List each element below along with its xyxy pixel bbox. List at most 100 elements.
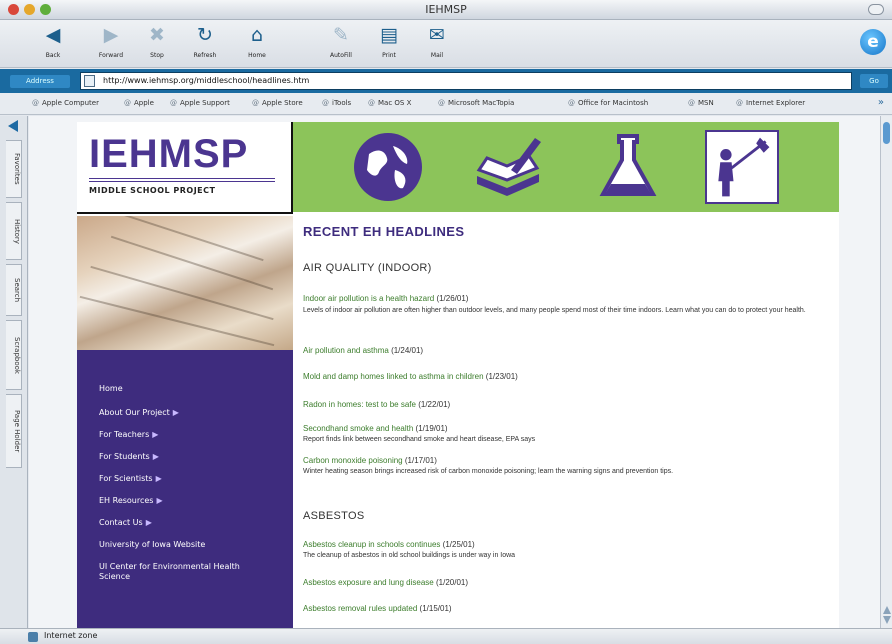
favorite-item[interactable]: @ Office for Macintosh [568,99,648,107]
nav-eh-resources[interactable]: EH Resources ▶ [99,496,163,505]
mail-label: Mail [430,52,444,59]
internet-explorer-logo-icon: e [860,29,886,55]
site-logo[interactable]: IEHMSP MIDDLE SCHOOL PROJECT [77,122,293,214]
mail-icon: ✉ [429,24,445,46]
favorite-item[interactable]: @ Apple Support [170,99,230,107]
nav-ui-center[interactable]: UI Center for Environmental Health Scien… [99,562,249,582]
story-summary: Levels of indoor air pollution are often… [303,307,806,314]
status-text: Internet zone [44,631,98,640]
story-link[interactable]: Mold and damp homes linked to asthma in … [303,372,518,381]
header-banner [293,122,839,212]
scroll-up-icon[interactable] [883,606,891,614]
nav-contact-us[interactable]: Contact Us ▶ [99,518,152,527]
site-navigation: Home About Our Project ▶ For Teachers ▶ Fo… [77,350,293,628]
address-input[interactable]: http://www.iehmsp.org/middleschool/headl… [80,72,852,90]
bookmark-icon: @ [568,99,575,107]
favorite-item[interactable]: @ Apple Computer [32,99,99,107]
favorite-item[interactable]: @ Microsoft MacTopia [438,99,514,107]
section-title: ASBESTOS [303,510,365,522]
story-title: Asbestos cleanup in schools continues [303,540,441,549]
print-icon: ▤ [380,24,398,46]
favorite-label: Apple Support [180,99,230,107]
favorite-label: Apple [134,99,154,107]
nav-for-students[interactable]: For Students ▶ [99,452,159,461]
favorite-label: Microsoft MacTopia [448,99,515,107]
favorite-item[interactable]: @ Mac OS X [368,99,411,107]
nav-label: EH Resources [99,496,154,505]
stop-icon: ✖ [149,24,165,46]
favorite-label: Office for Macintosh [578,99,649,107]
address-label: Address [10,75,70,88]
back-button[interactable]: ◀ Back [28,24,78,64]
story-link[interactable]: Asbestos exposure and lung disease (1/20… [303,578,468,587]
logo-subtitle: MIDDLE SCHOOL PROJECT [89,186,216,195]
page-icon [84,75,95,87]
story-title: Radon in homes: test to be safe [303,400,416,409]
story-link[interactable]: Secondhand smoke and health (1/19/01) [303,424,448,433]
nav-label: For Students [99,452,150,461]
nav-home[interactable]: Home [99,384,123,393]
nav-about-our-project[interactable]: About Our Project ▶ [99,408,179,417]
autofill-button[interactable]: ✎ AutoFill [316,24,366,64]
address-bar: Address http://www.iehmsp.org/middlescho… [0,69,892,93]
story-link[interactable]: Asbestos removal rules updated (1/15/01) [303,604,452,613]
home-icon: ⌂ [250,24,264,46]
favorite-label: Internet Explorer [746,99,806,107]
favorite-label: MSN [698,99,714,107]
favorites-more-icon[interactable]: » [878,97,884,108]
story-link[interactable]: Indoor air pollution is a health hazard … [303,294,468,303]
section-title: AIR QUALITY (INDOOR) [303,262,432,274]
favorite-item[interactable]: @ MSN [688,99,714,107]
bookmark-icon: @ [124,99,131,107]
sidebar-tab-scrapbook[interactable]: Scrapbook [6,320,22,390]
scroll-thumb[interactable] [883,122,890,144]
story-summary: Report finds link between secondhand smo… [303,436,536,443]
favorite-item[interactable]: @ Apple [124,99,154,107]
story-date: (1/25/01) [442,540,475,549]
sidebar-tab-history[interactable]: History [6,202,22,260]
story-link[interactable]: Asbestos cleanup in schools continues (1… [303,540,475,549]
bookmark-icon: @ [252,99,259,107]
sidebar-tab-page-holder[interactable]: Page Holder [6,394,22,468]
favorite-item[interactable]: @ iTools [322,99,351,107]
autofill-label: AutoFill [330,52,352,59]
vertical-scrollbar[interactable] [880,116,892,628]
refresh-button[interactable]: ↻ Refresh [180,24,230,64]
story-title: Asbestos removal rules updated [303,604,418,613]
home-label: Home [248,52,266,59]
favorite-item[interactable]: @ Apple Store [252,99,303,107]
forward-label: Forward [98,52,124,59]
nav-for-teachers[interactable]: For Teachers ▶ [99,430,158,439]
bookmark-icon: @ [322,99,329,107]
home-button[interactable]: ⌂ Home [232,24,282,64]
go-button[interactable]: Go [860,74,888,88]
story-date: (1/22/01) [418,400,451,409]
forward-arrow-icon: ▶ [103,24,119,46]
nav-label: For Scientists [99,474,153,483]
stop-button[interactable]: ✖ Stop [132,24,182,64]
story-link[interactable]: Carbon monoxide poisoning (1/17/01) [303,456,437,465]
toolbar-toggle-button[interactable] [868,4,884,15]
nav-university-website[interactable]: University of Iowa Website [99,540,205,549]
print-button[interactable]: ▤ Print [364,24,414,64]
story-title: Air pollution and asthma [303,346,389,355]
sidebar-tab-search[interactable]: Search [6,264,22,316]
sidebar-tab-favorites[interactable]: Favorites [6,140,22,198]
mail-button[interactable]: ✉ Mail [412,24,462,64]
arrow-right-icon: ▶ [156,496,163,505]
story-date: (1/19/01) [415,424,448,433]
refresh-icon: ↻ [197,24,213,46]
story-link[interactable]: Air pollution and asthma (1/24/01) [303,346,423,355]
forward-button[interactable]: ▶ Forward [86,24,136,64]
scroll-down-icon[interactable] [883,616,891,624]
back-arrow-icon: ◀ [45,24,61,46]
sidebar-collapse-icon[interactable] [8,120,18,132]
bookmark-icon: @ [688,99,695,107]
logo-title: IEHMSP [89,132,249,176]
nav-label: Contact Us [99,518,143,527]
favorite-label: Apple Store [262,99,303,107]
nav-for-scientists[interactable]: For Scientists ▶ [99,474,162,483]
page-heading: RECENT EH HEADLINES [303,224,465,239]
favorite-item[interactable]: @ Internet Explorer [736,99,805,107]
story-link[interactable]: Radon in homes: test to be safe (1/22/01… [303,400,450,409]
